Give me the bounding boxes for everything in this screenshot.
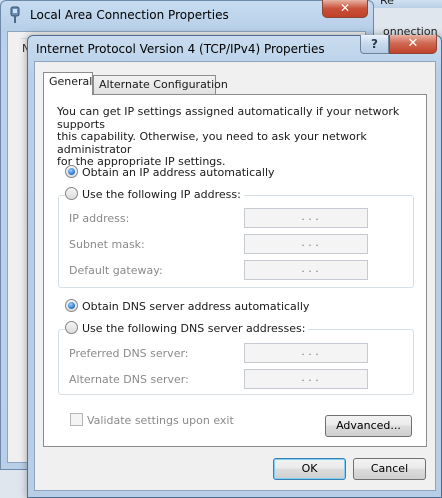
validate-settings-label: Validate settings upon exit: [87, 414, 234, 427]
use-following-dns-label: Use the following DNS server addresses:: [82, 322, 306, 335]
radio-obtain-ip-auto[interactable]: Obtain an IP address automatically: [65, 165, 275, 181]
validate-settings-checkbox[interactable]: Validate settings upon exit: [70, 413, 234, 429]
tab-general[interactable]: General: [43, 72, 93, 95]
radio-unselected-icon[interactable]: [65, 187, 78, 200]
radio-use-following-dns[interactable]: Use the following DNS server addresses:: [65, 321, 309, 337]
intro-text: You can get IP settings assigned automat…: [57, 105, 400, 168]
cancel-button[interactable]: Cancel: [353, 458, 426, 480]
alternate-dns-input[interactable]: . . .: [244, 369, 368, 389]
help-button[interactable]: ?: [360, 35, 389, 54]
close-button[interactable]: ✕: [389, 35, 437, 54]
preferred-dns-input[interactable]: . . .: [244, 343, 368, 363]
network-adapter-icon: [7, 6, 23, 24]
advanced-button[interactable]: Advanced...: [325, 415, 412, 437]
default-gateway-label: Default gateway:: [69, 264, 163, 277]
checkbox-icon[interactable]: [70, 413, 83, 426]
ok-button[interactable]: OK: [273, 458, 346, 480]
preferred-dns-label: Preferred DNS server:: [69, 347, 189, 360]
subnet-mask-label: Subnet mask:: [69, 238, 145, 251]
subnet-mask-input[interactable]: . . .: [244, 234, 368, 254]
background-partial-text: Re: [380, 0, 394, 7]
use-following-ip-label: Use the following IP address:: [82, 188, 241, 201]
obtain-dns-auto-label: Obtain DNS server address automatically: [82, 300, 310, 313]
radio-obtain-dns-auto[interactable]: Obtain DNS server address automatically: [65, 299, 309, 315]
ip-address-label: IP address:: [69, 212, 130, 225]
obtain-ip-auto-label: Obtain an IP address automatically: [82, 166, 275, 179]
radio-selected-icon[interactable]: [65, 165, 78, 178]
background-close-button[interactable]: ✕: [322, 0, 368, 18]
background-window-title: Local Area Connection Properties: [30, 8, 229, 22]
dialog-title: Internet Protocol Version 4 (TCP/IPv4) P…: [36, 42, 325, 56]
alternate-dns-label: Alternate DNS server:: [69, 373, 189, 386]
radio-selected-icon[interactable]: [65, 299, 78, 312]
ip-address-input[interactable]: . . .: [244, 208, 368, 228]
default-gateway-input[interactable]: . . .: [244, 260, 368, 280]
tab-alternate-configuration[interactable]: Alternate Configuration: [93, 75, 228, 95]
radio-unselected-icon[interactable]: [65, 321, 78, 334]
radio-use-following-ip[interactable]: Use the following IP address:: [65, 187, 244, 203]
